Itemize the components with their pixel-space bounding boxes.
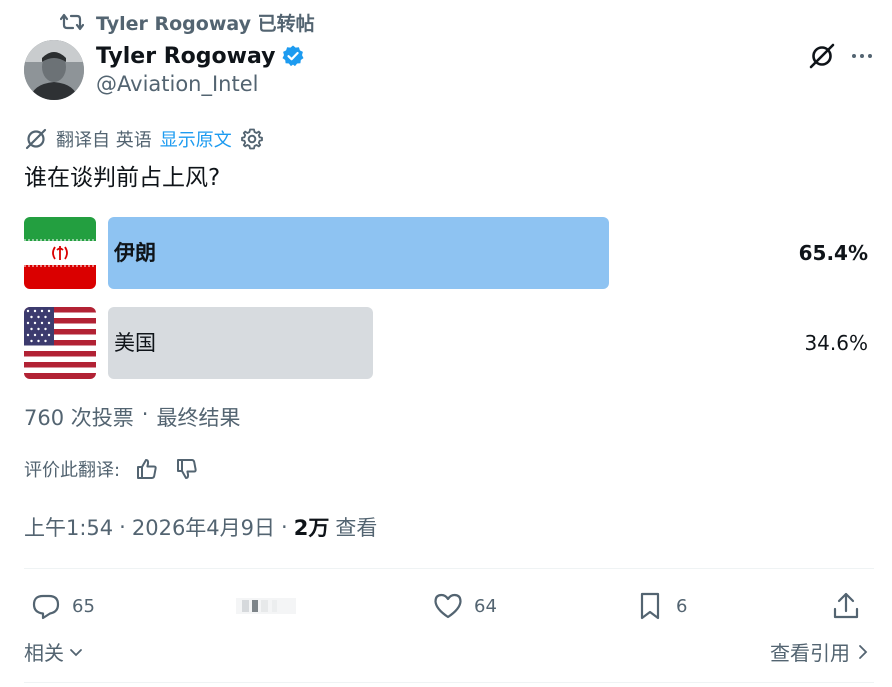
poll-option-label: 美国 bbox=[114, 331, 156, 355]
related-label: 相关 bbox=[24, 641, 64, 665]
poll-bar-iran bbox=[108, 217, 609, 289]
heart-icon bbox=[432, 590, 464, 622]
retweet-icon bbox=[60, 11, 84, 33]
bookmark-icon bbox=[634, 590, 666, 622]
share-icon bbox=[830, 590, 862, 622]
poll-summary: 760 次投票 · 最终结果 bbox=[24, 402, 240, 432]
poll-option-label: 伊朗 bbox=[114, 241, 156, 265]
author-name[interactable]: Tyler Rogoway bbox=[96, 44, 275, 69]
rate-translation-row: 评价此翻译: bbox=[24, 454, 200, 484]
chevron-down-icon bbox=[68, 644, 84, 660]
header-actions bbox=[808, 40, 874, 72]
reply-button[interactable]: 65 bbox=[30, 586, 95, 626]
reply-icon bbox=[30, 590, 62, 622]
repost-icon bbox=[236, 594, 296, 618]
repost-button[interactable] bbox=[236, 586, 296, 626]
thumbs-up-icon[interactable] bbox=[134, 456, 160, 482]
us-flag-icon bbox=[24, 307, 96, 379]
view-quotes-link[interactable]: 查看引用 bbox=[770, 637, 870, 666]
author-name-row[interactable]: Tyler Rogoway bbox=[96, 40, 305, 72]
related-dropdown[interactable]: 相关 bbox=[24, 637, 84, 666]
reply-count: 65 bbox=[72, 595, 95, 617]
settings-gear-icon[interactable] bbox=[240, 127, 264, 151]
retweet-indicator[interactable]: Tyler Rogoway 已转帖 bbox=[60, 8, 315, 36]
poll-option-iran: 伊朗 65.4% bbox=[24, 217, 868, 289]
rate-translation-label: 评价此翻译: bbox=[24, 460, 121, 481]
translation-label: 翻译自 英语 bbox=[56, 130, 152, 151]
like-button[interactable]: 64 bbox=[432, 586, 497, 626]
tweet-date[interactable]: 2026年4月9日 bbox=[132, 512, 275, 542]
chevron-right-icon bbox=[856, 643, 870, 661]
poll-option-us: 美国 34.6% bbox=[24, 307, 868, 379]
show-original-link[interactable]: 显示原文 bbox=[160, 126, 232, 152]
action-bar: 65 64 6 bbox=[24, 586, 868, 626]
view-quotes-label: 查看引用 bbox=[770, 641, 850, 665]
separator-dot: · bbox=[141, 402, 149, 426]
bookmark-button[interactable]: 6 bbox=[634, 586, 687, 626]
translation-row: 翻译自 英语 显示原文 bbox=[24, 125, 264, 153]
like-count: 64 bbox=[474, 595, 497, 617]
tweet-text: 谁在谈判前占上风? bbox=[24, 165, 221, 191]
poll-option-percent: 34.6% bbox=[804, 331, 868, 355]
view-label: 查看 bbox=[335, 516, 378, 540]
view-count: 2万 bbox=[293, 516, 330, 540]
more-options-icon[interactable] bbox=[850, 44, 874, 68]
separator-dot: · bbox=[281, 515, 288, 539]
poll-vote-count: 760 次投票 bbox=[24, 406, 134, 430]
separator-dot: · bbox=[119, 515, 126, 539]
poll: 伊朗 65.4% 美国 34.6% bbox=[24, 217, 868, 397]
poll-option-percent: 65.4% bbox=[798, 241, 868, 265]
tweet-meta: 上午1:54 · 2026年4月9日 · 2万 查看 bbox=[24, 512, 377, 542]
author-handle[interactable]: @Aviation_Intel bbox=[96, 72, 258, 96]
thumbs-down-icon[interactable] bbox=[174, 456, 200, 482]
retweet-text: Tyler Rogoway 已转帖 bbox=[96, 12, 315, 35]
divider bbox=[24, 568, 874, 569]
grok-icon[interactable] bbox=[808, 42, 836, 70]
avatar[interactable] bbox=[24, 40, 84, 100]
tweet-time[interactable]: 上午1:54 bbox=[24, 512, 113, 542]
bookmark-count: 6 bbox=[676, 595, 688, 617]
translate-icon bbox=[24, 127, 48, 151]
poll-status: 最终结果 bbox=[156, 406, 241, 430]
divider bbox=[24, 682, 874, 683]
share-button[interactable] bbox=[830, 586, 862, 626]
verified-badge-icon[interactable] bbox=[281, 44, 305, 68]
iran-flag-icon bbox=[24, 217, 96, 289]
